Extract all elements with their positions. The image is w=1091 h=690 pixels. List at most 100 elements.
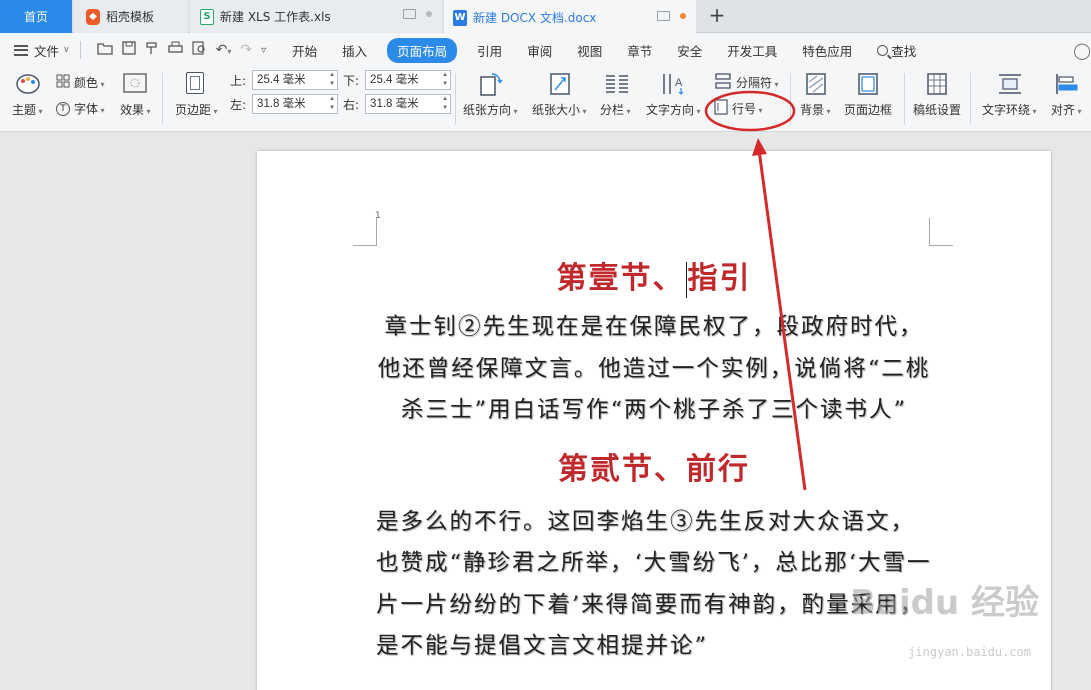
separator-button[interactable]: 分隔符 bbox=[714, 73, 779, 92]
top-margin-field: 上: 25.4 毫米 ▲ ▼ bbox=[230, 70, 339, 90]
undo-icon[interactable]: ↶▾ bbox=[216, 42, 232, 58]
columns-icon[interactable] bbox=[605, 74, 629, 97]
text-wrap-icon[interactable] bbox=[998, 73, 1022, 98]
tab-review[interactable]: 审阅 bbox=[527, 41, 552, 60]
file-menu[interactable]: 文件 ∨ bbox=[14, 41, 70, 60]
right-margin-label: 右: bbox=[343, 97, 360, 112]
page-border-button[interactable]: 页面边框 bbox=[844, 101, 892, 118]
spinner-arrows-icon[interactable]: ▲ ▼ bbox=[442, 71, 448, 89]
divider bbox=[904, 73, 905, 125]
search-button[interactable]: 查找 bbox=[877, 41, 916, 60]
tab-daoke-templates[interactable]: ◆ 稻壳模板 bbox=[74, 0, 188, 33]
hamburger-icon bbox=[14, 44, 28, 56]
tab-home-label: 首页 bbox=[23, 10, 48, 24]
tab-page-layout[interactable]: 页面布局 bbox=[387, 37, 458, 63]
separator-icon bbox=[714, 73, 732, 92]
redo-icon[interactable]: ↷ bbox=[240, 42, 252, 58]
tab-section[interactable]: 章节 bbox=[627, 41, 652, 60]
text-direction-icon[interactable]: A bbox=[661, 72, 687, 99]
text-wrap-button[interactable]: 文字环绕 bbox=[982, 101, 1037, 118]
word-document-icon: W bbox=[453, 9, 467, 26]
tab-docx-file[interactable]: W 新建 DOCX 文档.docx bbox=[444, 0, 696, 33]
page-border-icon[interactable] bbox=[857, 72, 879, 99]
color-button[interactable]: 颜色 bbox=[56, 74, 105, 91]
bottom-margin-value: 25.4 毫米 bbox=[370, 74, 419, 86]
new-tab-button[interactable]: + bbox=[706, 3, 728, 27]
tab-status-dot[interactable] bbox=[426, 11, 432, 17]
orientation-icon[interactable] bbox=[478, 72, 504, 99]
tab-view[interactable]: 视图 bbox=[577, 41, 602, 60]
text-cursor bbox=[685, 262, 687, 298]
left-margin-label: 左: bbox=[230, 97, 247, 112]
tab-xls-file[interactable]: S 新建 XLS 工作表.xls bbox=[190, 0, 442, 33]
tab-start[interactable]: 开始 bbox=[292, 41, 317, 60]
manuscript-button[interactable]: 稿纸设置 bbox=[913, 101, 961, 118]
file-menu-label: 文件 bbox=[34, 43, 60, 59]
document-body[interactable]: 第壹节、 指引 章士钊②先生现在是在保障民权了，段政府时代，他还曾经保障文言。他造… bbox=[376, 251, 932, 668]
print-preview-icon[interactable] bbox=[192, 41, 207, 59]
heading-section-2[interactable]: 第贰节、前行 bbox=[376, 442, 932, 498]
right-margin-value: 31.8 毫米 bbox=[370, 98, 419, 110]
open-folder-icon[interactable] bbox=[96, 41, 113, 59]
right-margin-field: 右: 31.8 毫米 ▲ ▼ bbox=[343, 94, 452, 114]
unsaved-dot-icon[interactable] bbox=[680, 13, 686, 19]
margins-icon[interactable] bbox=[186, 72, 204, 94]
spinner-arrows-icon[interactable]: ▲ ▼ bbox=[329, 95, 335, 113]
search-icon bbox=[877, 44, 889, 56]
top-margin-label: 上: bbox=[230, 73, 247, 88]
divider bbox=[970, 73, 971, 125]
ribbon-page-layout: 颜色 主题 T 字体 效果 页边距 上: 25.4 毫米 ▲▼ 下: 25.4 毫… bbox=[0, 67, 1091, 132]
line-number-label: 行号 bbox=[732, 100, 763, 117]
monitor-icon[interactable] bbox=[657, 11, 670, 21]
font-button[interactable]: T 字体 bbox=[56, 100, 105, 117]
print-icon[interactable] bbox=[167, 41, 183, 59]
tab-developer[interactable]: 开发工具 bbox=[727, 41, 777, 60]
tab-features[interactable]: 特色应用 bbox=[802, 41, 852, 60]
user-icon[interactable]: ◯ bbox=[1073, 41, 1091, 60]
orientation-button[interactable]: 纸张方向 bbox=[463, 101, 518, 118]
tab-security[interactable]: 安全 bbox=[677, 41, 702, 60]
manuscript-icon[interactable] bbox=[926, 72, 948, 99]
paper-size-button[interactable]: 纸张大小 bbox=[532, 101, 587, 118]
monitor-icon[interactable] bbox=[403, 9, 416, 19]
save-icon[interactable] bbox=[121, 41, 136, 59]
theme-button[interactable]: 主题 bbox=[12, 101, 43, 118]
effect-button[interactable]: 效果 bbox=[120, 101, 151, 118]
paragraph-1[interactable]: 章士钊②先生现在是在保障民权了，段政府时代，他还曾经保障文言。他造过一个实例，说… bbox=[376, 307, 932, 432]
tab-home[interactable]: 首页 bbox=[0, 0, 72, 33]
spinner-arrows-icon[interactable]: ▲ ▼ bbox=[329, 71, 335, 89]
left-margin-input[interactable]: 31.8 毫米 ▲ ▼ bbox=[252, 94, 339, 114]
text-direction-button[interactable]: 文字方向 bbox=[646, 101, 701, 118]
divider bbox=[790, 73, 791, 125]
separator-label: 分隔符 bbox=[736, 74, 779, 91]
top-margin-value: 25.4 毫米 bbox=[257, 74, 306, 86]
line-number-icon bbox=[714, 99, 728, 118]
chevron-down-icon: ∨ bbox=[63, 45, 70, 55]
paper-size-icon[interactable] bbox=[549, 72, 571, 99]
format-painter-icon[interactable] bbox=[145, 41, 159, 59]
quick-access-toolbar: ↶▾ ↷ ▿ bbox=[96, 41, 266, 59]
heading-section-1[interactable]: 第壹节、 指引 bbox=[376, 251, 932, 307]
baidu-watermark-url: jingyan.baidu.com bbox=[908, 645, 1031, 659]
background-button[interactable]: 背景 bbox=[800, 101, 831, 118]
palette-icon[interactable] bbox=[15, 73, 41, 98]
align-button[interactable]: 对齐 bbox=[1051, 101, 1082, 118]
columns-button[interactable]: 分栏 bbox=[600, 101, 631, 118]
spinner-arrows-icon[interactable]: ▲ ▼ bbox=[442, 95, 448, 113]
tab-references[interactable]: 引用 bbox=[477, 41, 502, 60]
right-margin-input[interactable]: 31.8 毫米 ▲ ▼ bbox=[365, 94, 452, 114]
tab-insert[interactable]: 插入 bbox=[342, 41, 367, 60]
paragraph-2[interactable]: 是多么的不行。这回李焰生③先生反对大众语文，也赞成“静珍君之所举，‘大雪纷飞’，… bbox=[376, 502, 932, 668]
align-icon[interactable] bbox=[1055, 73, 1079, 98]
left-margin-value: 31.8 毫米 bbox=[257, 98, 306, 110]
effects-icon[interactable] bbox=[123, 73, 147, 96]
margins-button[interactable]: 页边距 bbox=[175, 101, 218, 118]
top-margin-input[interactable]: 25.4 毫米 ▲ ▼ bbox=[252, 70, 339, 90]
heading-1-part-b: 指引 bbox=[687, 261, 752, 296]
bottom-margin-input[interactable]: 25.4 毫米 ▲ ▼ bbox=[365, 70, 452, 90]
bottom-margin-label: 下: bbox=[343, 73, 360, 88]
line-number-button[interactable]: 行号 bbox=[714, 99, 763, 118]
customize-chevron-icon[interactable]: ▿ bbox=[261, 45, 266, 56]
background-icon[interactable] bbox=[805, 72, 827, 99]
divider bbox=[79, 41, 81, 59]
